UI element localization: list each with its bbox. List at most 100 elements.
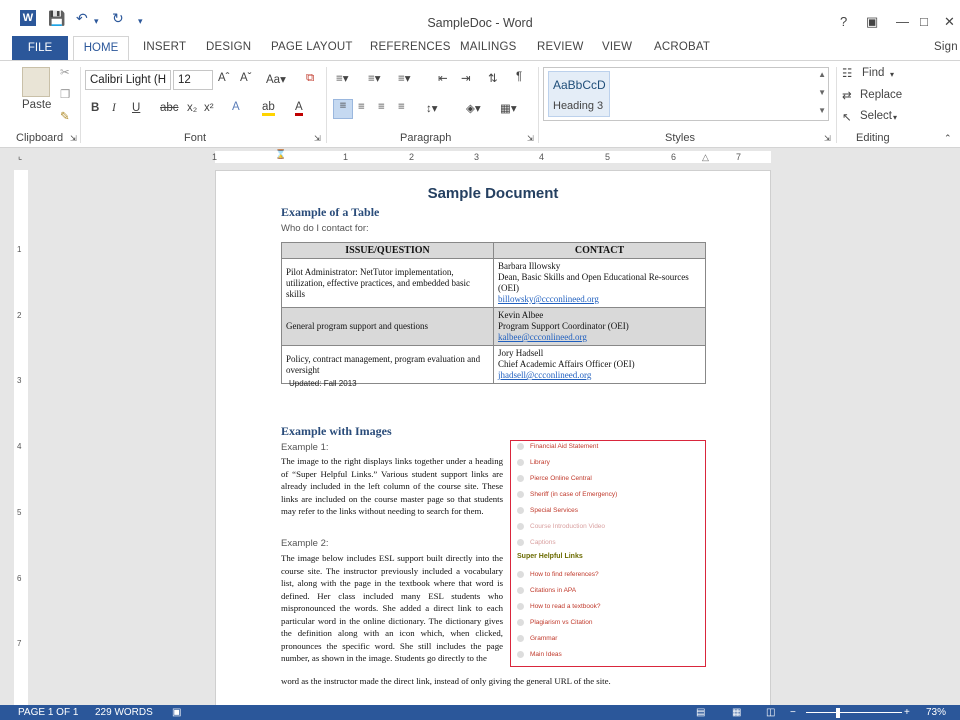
clipboard-launcher-icon[interactable]: ⇲ bbox=[70, 134, 77, 143]
paragraph-launcher-icon[interactable]: ⇲ bbox=[527, 134, 534, 143]
shading-icon[interactable]: ◈▾ bbox=[466, 101, 481, 115]
style-heading-3[interactable]: AaBbCcD Heading 3 bbox=[548, 71, 610, 117]
increase-indent-icon[interactable]: ⇥ bbox=[461, 71, 471, 85]
styles-more-icon[interactable]: ▼ bbox=[818, 106, 826, 115]
highlight-icon[interactable]: ab bbox=[262, 101, 275, 116]
superscript-icon[interactable]: x² bbox=[204, 102, 214, 114]
tab-design[interactable]: DESIGN bbox=[206, 41, 251, 53]
web-layout-icon[interactable]: ◫ bbox=[766, 707, 775, 718]
clear-formatting-icon[interactable]: ⧉ bbox=[306, 72, 314, 85]
tab-file[interactable]: FILE bbox=[12, 36, 68, 60]
link-item: Library bbox=[517, 459, 550, 466]
borders-icon[interactable]: ▦▾ bbox=[500, 101, 517, 115]
zoom-slider[interactable] bbox=[806, 712, 902, 713]
paste-icon[interactable] bbox=[22, 67, 50, 97]
tab-acrobat[interactable]: ACROBAT bbox=[654, 41, 710, 53]
strikethrough-icon[interactable]: abc bbox=[160, 102, 179, 114]
minimize-button[interactable]: — bbox=[896, 14, 909, 29]
tab-home[interactable]: HOME bbox=[73, 36, 129, 61]
shrink-font-icon[interactable]: Aˇ bbox=[240, 72, 252, 84]
format-painter-icon[interactable]: ✎ bbox=[60, 109, 70, 123]
subscript-icon[interactable]: x₂ bbox=[187, 102, 197, 114]
print-layout-icon[interactable]: ▦ bbox=[732, 707, 741, 718]
find-button[interactable]: Find bbox=[862, 67, 884, 79]
help-button[interactable]: ? bbox=[840, 14, 847, 29]
close-button[interactable]: ✕ bbox=[944, 14, 955, 30]
font-name-combo[interactable]: Calibri Light (H bbox=[85, 70, 171, 90]
ruler-number: 4 bbox=[17, 442, 22, 451]
collapse-ribbon-icon[interactable]: ⌃ bbox=[944, 133, 952, 144]
tab-review[interactable]: REVIEW bbox=[537, 41, 584, 53]
indent-marker-icon[interactable]: ⌛ bbox=[275, 149, 286, 160]
styles-launcher-icon[interactable]: ⇲ bbox=[824, 134, 831, 143]
line-spacing-icon[interactable]: ↕▾ bbox=[426, 101, 438, 115]
horizontal-ruler[interactable]: ⌞ 1 1 2 3 4 5 6 7 ⌛ △ bbox=[0, 148, 960, 166]
align-center-icon[interactable]: ≡ bbox=[358, 101, 365, 113]
ruler-number: 4 bbox=[539, 152, 545, 162]
link-bullet-icon bbox=[517, 443, 524, 450]
select-icon[interactable]: ↖ bbox=[842, 110, 852, 124]
link-bullet-icon bbox=[517, 459, 524, 466]
align-left-icon[interactable]: ≡ bbox=[333, 99, 353, 119]
tab-selector-icon[interactable]: ⌞ bbox=[18, 151, 22, 162]
styles-scroll-up-icon[interactable]: ▲ bbox=[818, 70, 826, 79]
sort-icon[interactable]: ⇅ bbox=[488, 71, 498, 85]
select-button[interactable]: Select bbox=[860, 110, 892, 122]
link-item: Special Services bbox=[517, 507, 578, 514]
contact-email-link[interactable]: kalbee@ccconlineed.org bbox=[498, 332, 701, 343]
italic-icon[interactable]: I bbox=[112, 102, 116, 114]
align-right-icon[interactable]: ≡ bbox=[378, 101, 385, 113]
show-formatting-icon[interactable]: ¶ bbox=[516, 71, 522, 83]
maximize-button[interactable]: □ bbox=[920, 14, 928, 29]
text-effects-icon[interactable]: A bbox=[232, 101, 240, 113]
zoom-in-icon[interactable]: + bbox=[904, 707, 910, 718]
underline-icon[interactable]: U bbox=[132, 102, 140, 114]
zoom-out-icon[interactable]: − bbox=[790, 707, 796, 718]
link-item: Course Introduction Video bbox=[517, 523, 605, 530]
zoom-slider-thumb[interactable] bbox=[836, 708, 840, 718]
contact-email-link[interactable]: billowsky@ccconlineed.org bbox=[498, 294, 701, 305]
grow-font-icon[interactable]: Aˆ bbox=[218, 72, 230, 84]
tab-view[interactable]: VIEW bbox=[602, 41, 632, 53]
page-count[interactable]: PAGE 1 OF 1 bbox=[18, 707, 78, 718]
proofing-icon[interactable]: ▣ bbox=[172, 707, 181, 718]
multilevel-list-icon[interactable]: ≡▾ bbox=[398, 71, 410, 85]
styles-scroll-down-icon[interactable]: ▼ bbox=[818, 88, 826, 97]
tab-insert[interactable]: INSERT bbox=[143, 41, 186, 53]
select-dropdown-icon[interactable]: ▾ bbox=[893, 113, 897, 122]
bullets-icon[interactable]: ≡▾ bbox=[336, 71, 348, 85]
replace-button[interactable]: Replace bbox=[860, 89, 902, 101]
sign-in-link[interactable]: Sign bbox=[934, 41, 958, 53]
font-color-icon[interactable]: A bbox=[295, 101, 303, 116]
find-dropdown-icon[interactable]: ▾ bbox=[890, 70, 894, 79]
copy-icon[interactable]: ❐ bbox=[60, 87, 70, 101]
numbering-icon[interactable]: ≡▾ bbox=[368, 71, 380, 85]
link-item: Captions bbox=[517, 539, 556, 546]
vertical-ruler[interactable]: 1 2 3 4 5 6 7 bbox=[14, 170, 28, 705]
embedded-links-image[interactable]: Financial Aid Statement Library Pierce O… bbox=[510, 440, 706, 667]
word-count[interactable]: 229 WORDS bbox=[95, 707, 153, 718]
tab-page-layout[interactable]: PAGE LAYOUT bbox=[271, 41, 353, 53]
read-mode-icon[interactable]: ▤ bbox=[696, 707, 705, 718]
group-divider bbox=[326, 67, 327, 143]
styles-gallery[interactable]: AaBbCcD Heading 3 ▲ ▼ ▼ bbox=[543, 67, 829, 121]
font-launcher-icon[interactable]: ⇲ bbox=[314, 134, 321, 143]
tab-references[interactable]: REFERENCES bbox=[370, 41, 451, 53]
bold-icon[interactable]: B bbox=[91, 102, 99, 114]
tab-mailings[interactable]: MAILINGS bbox=[460, 41, 517, 53]
font-size-combo[interactable]: 12 bbox=[173, 70, 213, 90]
ribbon-display-icon[interactable]: ▣ bbox=[866, 14, 878, 30]
right-indent-marker-icon[interactable]: △ bbox=[702, 152, 709, 163]
justify-icon[interactable]: ≡ bbox=[398, 101, 405, 113]
contact-email-link[interactable]: jhadsell@ccconlineed.org bbox=[498, 370, 701, 381]
link-item: Citations in APA bbox=[517, 587, 576, 594]
decrease-indent-icon[interactable]: ⇤ bbox=[438, 71, 448, 85]
change-case-icon[interactable]: Aa▾ bbox=[266, 72, 286, 86]
replace-icon[interactable]: ⇄ bbox=[842, 88, 852, 102]
document-page[interactable]: Sample Document Example of a Table Who d… bbox=[215, 170, 771, 710]
zoom-level[interactable]: 73% bbox=[926, 707, 946, 718]
binoculars-icon[interactable]: ☷ bbox=[842, 66, 852, 80]
cut-icon[interactable]: ✂ bbox=[60, 65, 70, 79]
link-item: How to find references? bbox=[517, 571, 599, 578]
paste-button[interactable]: Paste bbox=[22, 99, 51, 111]
